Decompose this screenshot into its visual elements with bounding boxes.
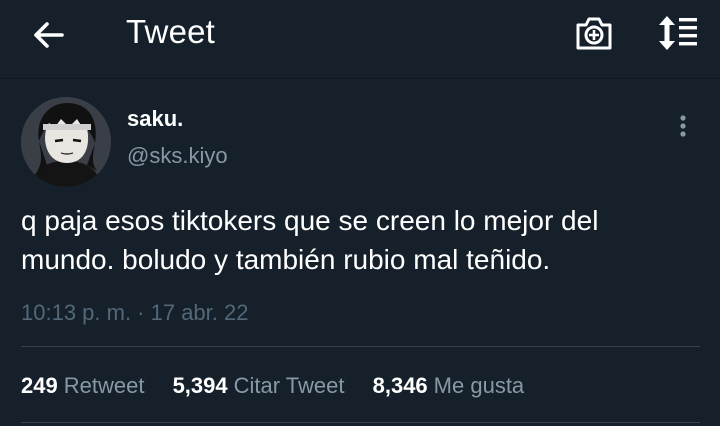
back-button[interactable] xyxy=(30,17,70,53)
tweet-text-line: mundo. boludo y también rubio mal teñido… xyxy=(21,244,551,275)
divider xyxy=(21,346,700,347)
likes-stat[interactable]: 8,346 Me gusta xyxy=(373,373,525,399)
quotes-count: 5,394 xyxy=(172,373,228,398)
sort-button[interactable] xyxy=(655,14,699,52)
likes-count: 8,346 xyxy=(372,373,428,398)
retweets-stat[interactable]: 249 Retweet xyxy=(21,373,144,399)
more-vertical-icon xyxy=(680,115,686,137)
tweet-text: q paja esos tiktokers que se creen lo me… xyxy=(21,201,701,279)
top-app-bar: Tweet xyxy=(0,0,720,79)
arrow-left-icon xyxy=(34,22,64,48)
divider xyxy=(21,422,700,423)
tweet-text-line: q paja esos tiktokers que se creen lo me… xyxy=(21,205,599,236)
camera-plus-icon xyxy=(576,17,612,50)
quotes-label: Citar Tweet xyxy=(233,373,345,398)
retweets-count: 249 xyxy=(21,373,58,398)
camera-button[interactable] xyxy=(574,14,614,52)
retweets-label: Retweet xyxy=(63,373,145,398)
sort-lines-icon xyxy=(659,16,697,50)
likes-label: Me gusta xyxy=(433,373,525,398)
tweet-timestamp: 10:13 p. m. · 17 abr. 22 xyxy=(21,300,249,325)
more-options-button[interactable] xyxy=(673,112,693,142)
quotes-stat[interactable]: 5,394 Citar Tweet xyxy=(173,373,345,399)
engagement-stats: 249 Retweet 5,394 Citar Tweet 8,346 Me gust… xyxy=(21,373,546,399)
author-name[interactable]: saku. xyxy=(127,106,183,132)
avatar-illustration xyxy=(21,97,111,187)
avatar[interactable] xyxy=(21,97,111,187)
author-handle[interactable]: @sks.kiyo xyxy=(127,143,228,169)
page-title: Tweet xyxy=(126,13,216,50)
